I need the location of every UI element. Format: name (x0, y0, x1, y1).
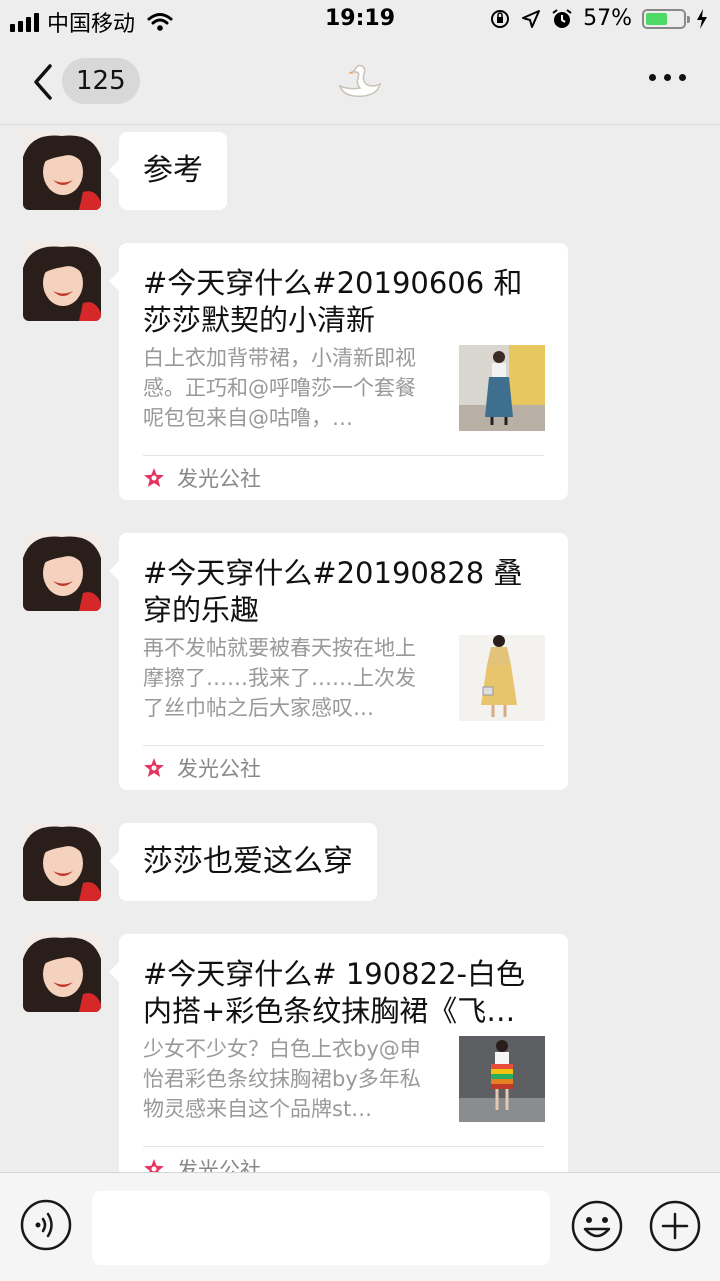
star-icon (144, 758, 164, 777)
card-description: 再不发帖就要被春天按在地上摩擦了……我来了……上次发了丝巾帖之后大家感叹… (143, 636, 416, 720)
source-name: 发光公社 (177, 757, 261, 781)
card-divider (143, 745, 544, 746)
add-more-button[interactable] (648, 1199, 702, 1253)
card-source: 发光公社 (143, 463, 261, 493)
unread-count-badge[interactable]: 125 (62, 58, 140, 104)
star-icon (144, 468, 164, 487)
alarm-icon (552, 8, 572, 28)
source-name: 发光公社 (177, 467, 261, 491)
voice-input-button[interactable] (20, 1199, 72, 1251)
location-icon (522, 9, 541, 28)
card-divider (143, 1146, 544, 1147)
card-title: #今天穿什么#20190606 和莎莎默契的小清新 (143, 266, 523, 337)
battery-percent: 57% (583, 6, 632, 31)
charging-bolt-icon (697, 8, 707, 29)
card-divider (143, 455, 544, 456)
card-title: #今天穿什么# 190822-白色内搭+彩色条纹抹胸裙《飞… (143, 957, 525, 1028)
status-bar: 中国移动 19:19 57% (0, 0, 720, 40)
back-button[interactable] (26, 60, 58, 104)
card-description: 少女不少女？白色上衣by@申怡君彩色条纹抹胸裙by多年私物灵感来自这个品牌st… (143, 1037, 421, 1121)
swan-icon (338, 64, 382, 98)
card-thumbnail (459, 345, 545, 431)
orientation-lock-icon (491, 9, 510, 28)
link-card[interactable]: #今天穿什么#20190828 叠穿的乐趣 再不发帖就要被春天按在地上摩擦了……… (109, 533, 568, 790)
more-options-button[interactable] (649, 74, 686, 81)
text-message-bubble[interactable]: 参考 (109, 132, 227, 210)
text-message-bubble[interactable]: 莎莎也爱这么穿 (109, 823, 377, 901)
card-description: 白上衣加背带裙，小清新即视感。正巧和@呼噜莎一个套餐呢包包来自@咕噜，… (143, 346, 416, 430)
avatar[interactable] (23, 823, 101, 901)
avatar[interactable] (23, 132, 101, 210)
card-thumbnail (459, 1036, 545, 1122)
card-title: #今天穿什么#20190828 叠穿的乐趣 (143, 556, 523, 627)
chat-header: 125 (0, 40, 720, 125)
chat-input-bar (0, 1172, 720, 1281)
avatar[interactable] (23, 243, 101, 321)
battery-icon (642, 8, 690, 29)
avatar[interactable] (23, 934, 101, 1012)
message-input[interactable] (92, 1191, 550, 1265)
link-card[interactable]: #今天穿什么#20190606 和莎莎默契的小清新 白上衣加背带裙，小清新即视感… (109, 243, 568, 500)
card-thumbnail (459, 635, 545, 721)
link-card[interactable]: #今天穿什么# 190822-白色内搭+彩色条纹抹胸裙《飞… 少女不少女？白色上… (109, 934, 568, 1191)
avatar[interactable] (23, 533, 101, 611)
emoji-button[interactable] (570, 1199, 624, 1253)
card-source: 发光公社 (143, 753, 261, 783)
